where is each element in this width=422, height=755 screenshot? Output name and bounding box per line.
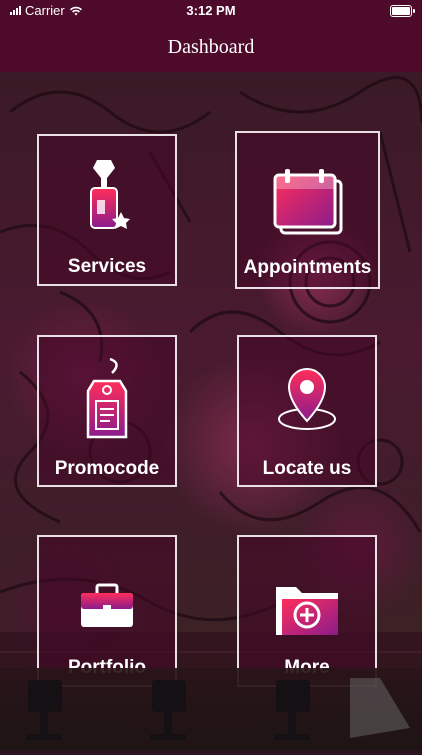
status-time: 3:12 PM — [186, 3, 236, 18]
nav-bar: Dashboard — [0, 22, 422, 72]
salon-chairs-footer — [0, 668, 422, 750]
more-tile[interactable]: More — [237, 535, 377, 687]
promocode-tile[interactable]: Promocode — [37, 335, 177, 487]
services-label: Services — [67, 256, 147, 277]
locate-us-tile[interactable]: Locate us — [237, 335, 377, 487]
briefcase-icon — [79, 583, 135, 636]
price-tag-icon — [82, 357, 132, 448]
appointments-tile[interactable]: Appointments — [235, 131, 380, 289]
calendar-icon — [271, 169, 345, 244]
services-tile[interactable]: Services — [37, 134, 177, 286]
portfolio-tile[interactable]: Portfolio — [37, 535, 177, 687]
folder-add-icon — [274, 579, 340, 642]
locate-us-label: Locate us — [262, 458, 352, 479]
nail-polish-icon — [77, 156, 137, 241]
status-bar: Carrier 3:12 PM — [0, 0, 422, 22]
page-title: Dashboard — [167, 35, 255, 58]
appointments-label: Appointments — [243, 257, 372, 278]
location-pin-icon — [274, 365, 340, 440]
battery-icon — [390, 5, 415, 17]
promocode-label: Promocode — [54, 458, 160, 479]
